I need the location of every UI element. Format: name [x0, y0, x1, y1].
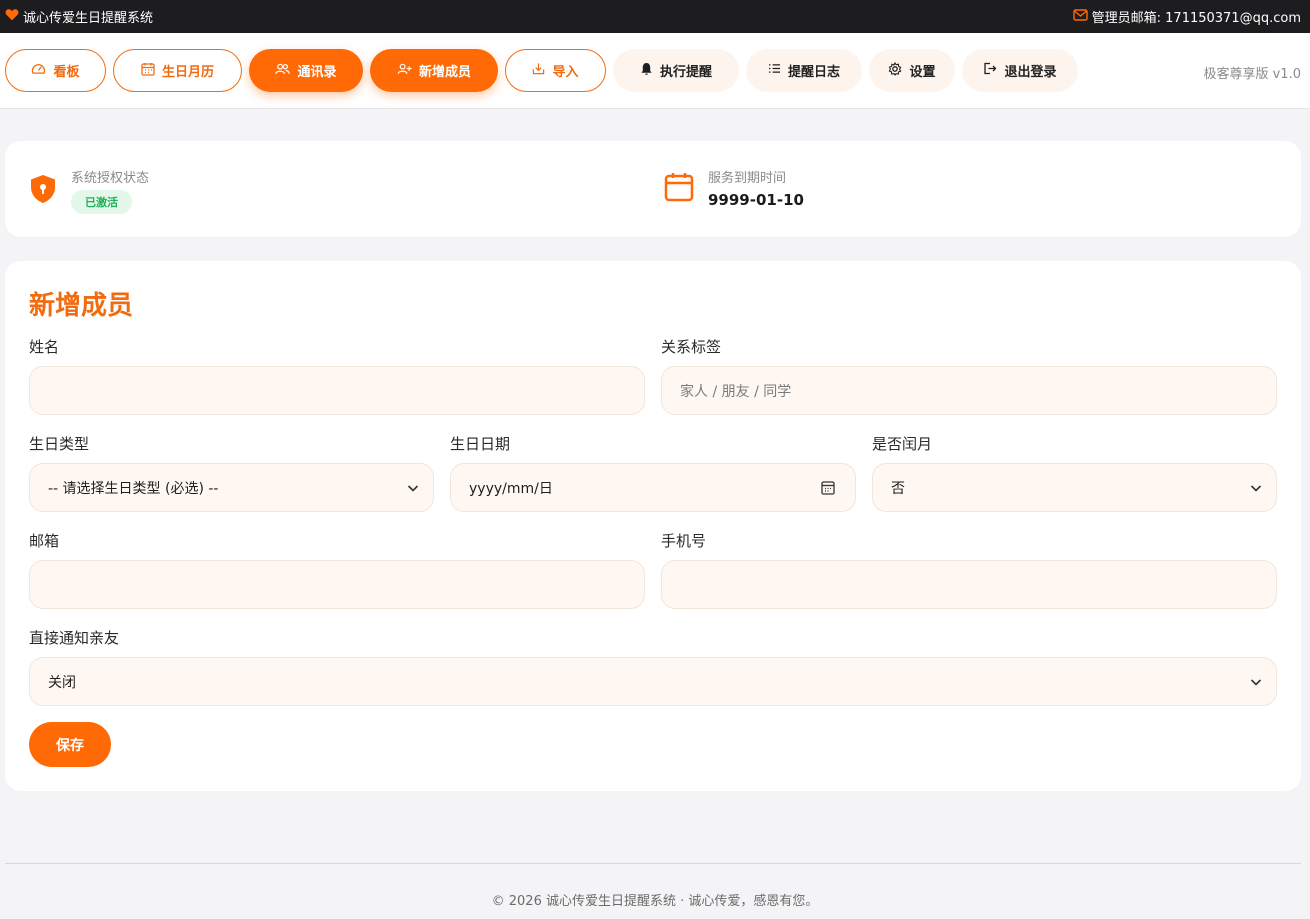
footer-divider: [5, 863, 1301, 864]
relation-input[interactable]: 家人 / 朋友 / 同学: [661, 366, 1277, 415]
users-icon: [275, 63, 291, 79]
nav-logout-label: 退出登录: [1004, 65, 1057, 80]
admin-email: 管理员邮箱: 171150371@qq.com: [1091, 11, 1301, 26]
calendar-picker-icon[interactable]: [821, 480, 835, 499]
app-title: 诚心传爱生日提醒系统: [23, 11, 154, 26]
phone-label: 手机号: [661, 532, 707, 550]
nav-add-member-button[interactable]: 新增成员: [370, 49, 498, 92]
nav-reminder-log-label: 提醒日志: [787, 65, 840, 80]
nav-contacts-button[interactable]: 通讯录: [249, 49, 363, 92]
nav-add-member-label: 新增成员: [418, 65, 471, 80]
app-brand: 诚心传爱生日提醒系统: [5, 7, 153, 26]
auth-status: 系统授权状态 已激活: [29, 167, 149, 214]
nav-calendar-button[interactable]: 生日月历: [113, 49, 242, 92]
nav-reminder-log-button[interactable]: 提醒日志: [746, 49, 862, 92]
leap-month-label: 是否闰月: [872, 435, 933, 453]
birthday-type-value: -- 请选择生日类型 (必选) --: [48, 480, 219, 497]
expire-label: 服务到期时间: [708, 171, 787, 186]
calendar-icon: [141, 62, 155, 80]
leap-month-select[interactable]: 否: [872, 463, 1277, 512]
footer-text: © 2026 诚心传爱生日提醒系统 · 诚心传爱，感恩有您。: [491, 894, 819, 909]
main-nav: 看板 生日月历 通讯录 新增成员 导入 执行提醒 提醒日志 设置 退出登录 极客…: [0, 33, 1310, 109]
nav-run-reminder-button[interactable]: 执行提醒: [613, 49, 739, 92]
nav-dashboard-label: 看板: [53, 65, 80, 80]
status-card: 系统授权状态 已激活 服务到期时间 9999-01-10: [5, 141, 1301, 237]
relation-label: 关系标签: [661, 338, 722, 356]
birthday-type-select[interactable]: -- 请选择生日类型 (必选) --: [29, 463, 434, 512]
email-field[interactable]: [29, 560, 645, 609]
shield-icon: [29, 174, 57, 214]
bell-icon: [640, 62, 653, 80]
birthday-date-input[interactable]: yyyy/mm/日: [450, 463, 856, 512]
chevron-down-icon: [407, 481, 419, 499]
notify-label: 直接通知亲友: [29, 629, 120, 647]
birthday-type-label: 生日类型: [29, 435, 90, 453]
birthday-date-placeholder: yyyy/mm/日: [469, 480, 553, 497]
dashboard-icon: [31, 62, 46, 79]
nav-settings-label: 设置: [909, 65, 936, 80]
top-bar: 诚心传爱生日提醒系统 管理员邮箱: 171150371@qq.com: [0, 0, 1310, 33]
expire-value: 9999-01-10: [708, 191, 804, 209]
phone-field[interactable]: [661, 560, 1277, 609]
nav-dashboard-button[interactable]: 看板: [5, 49, 106, 92]
admin-info: 管理员邮箱: 171150371@qq.com: [1072, 7, 1301, 26]
user-add-icon: [397, 63, 412, 79]
nav-contacts-label: 通讯录: [297, 65, 337, 80]
gear-icon: [888, 61, 902, 80]
email-label: 邮箱: [29, 532, 60, 550]
nav-settings-button[interactable]: 设置: [869, 49, 955, 92]
chevron-down-icon: [1250, 481, 1262, 499]
page-title: 新增成员: [29, 291, 134, 321]
import-icon: [532, 62, 545, 79]
notify-select[interactable]: 关闭: [29, 657, 1277, 706]
auth-status-label: 系统授权状态: [71, 171, 150, 186]
mail-icon: [1072, 8, 1088, 25]
nav-import-label: 导入: [552, 65, 579, 80]
calendar-icon: [664, 172, 694, 209]
leap-month-value: 否: [891, 480, 905, 497]
add-member-form: 新增成员 姓名 关系标签 家人 / 朋友 / 同学 生日类型 -- 请选择生日类…: [5, 261, 1301, 791]
version-label: 极客尊享版 v1.0: [1203, 67, 1301, 82]
relation-placeholder: 家人 / 朋友 / 同学: [680, 383, 792, 400]
notify-value: 关闭: [48, 674, 76, 691]
nav-run-reminder-label: 执行提醒: [659, 65, 712, 80]
nav-calendar-label: 生日月历: [161, 65, 214, 80]
name-input[interactable]: [29, 366, 645, 415]
expire-info: 服务到期时间 9999-01-10: [664, 167, 804, 209]
nav-import-button[interactable]: 导入: [505, 49, 606, 92]
save-button[interactable]: 保存: [29, 722, 111, 767]
status-badge: 已激活: [71, 190, 132, 214]
chevron-down-icon: [1250, 675, 1262, 693]
nav-logout-button[interactable]: 退出登录: [962, 49, 1078, 92]
name-label: 姓名: [29, 338, 60, 356]
heart-icon: [5, 8, 19, 25]
list-icon: [768, 63, 781, 78]
birthday-date-label: 生日日期: [450, 435, 511, 453]
logout-icon: [983, 62, 997, 79]
